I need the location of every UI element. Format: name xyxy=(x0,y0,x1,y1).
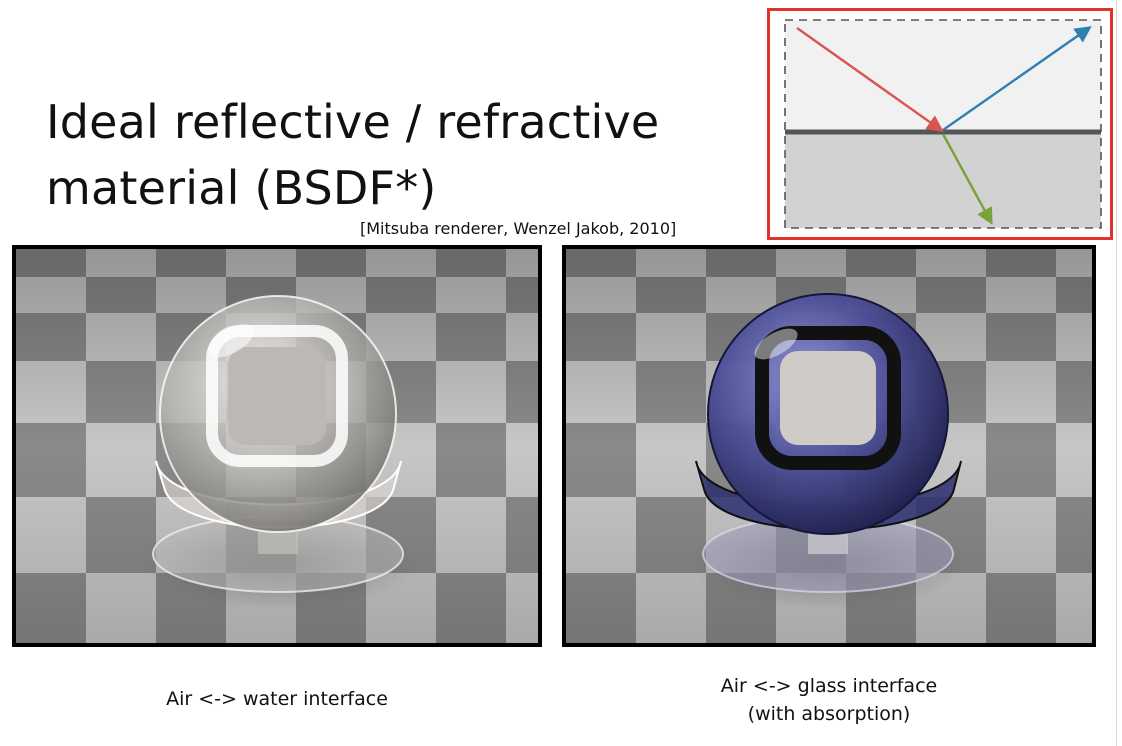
slide: Ideal reflective / refractive material (… xyxy=(0,0,1122,746)
inner-cube-face xyxy=(228,347,326,445)
lower-medium xyxy=(785,132,1101,228)
upper-medium xyxy=(785,20,1101,132)
caption-glass-line-1: Air <-> glass interface xyxy=(720,675,938,697)
render-water-sphere xyxy=(12,245,542,647)
caption-glass-line-2: (with absorption) xyxy=(747,703,911,725)
credit-citation: [Mitsuba renderer, Wenzel Jakob, 2010] xyxy=(360,219,677,238)
reflection-refraction-diagram xyxy=(767,8,1113,240)
title-line-2: material (BSDF*) xyxy=(46,160,437,215)
caption-water: Air <-> water interface xyxy=(12,685,542,713)
title-line-1: Ideal reflective / refractive xyxy=(46,94,660,149)
page-edge-divider xyxy=(1116,0,1117,746)
caption-glass: Air <-> glass interface (with absorption… xyxy=(562,672,1096,728)
inner-cube-face xyxy=(780,351,876,445)
caption-water-line-1: Air <-> water interface xyxy=(166,688,388,710)
render-glass-sphere xyxy=(562,245,1096,647)
slide-title: Ideal reflective / refractive material (… xyxy=(46,89,746,221)
